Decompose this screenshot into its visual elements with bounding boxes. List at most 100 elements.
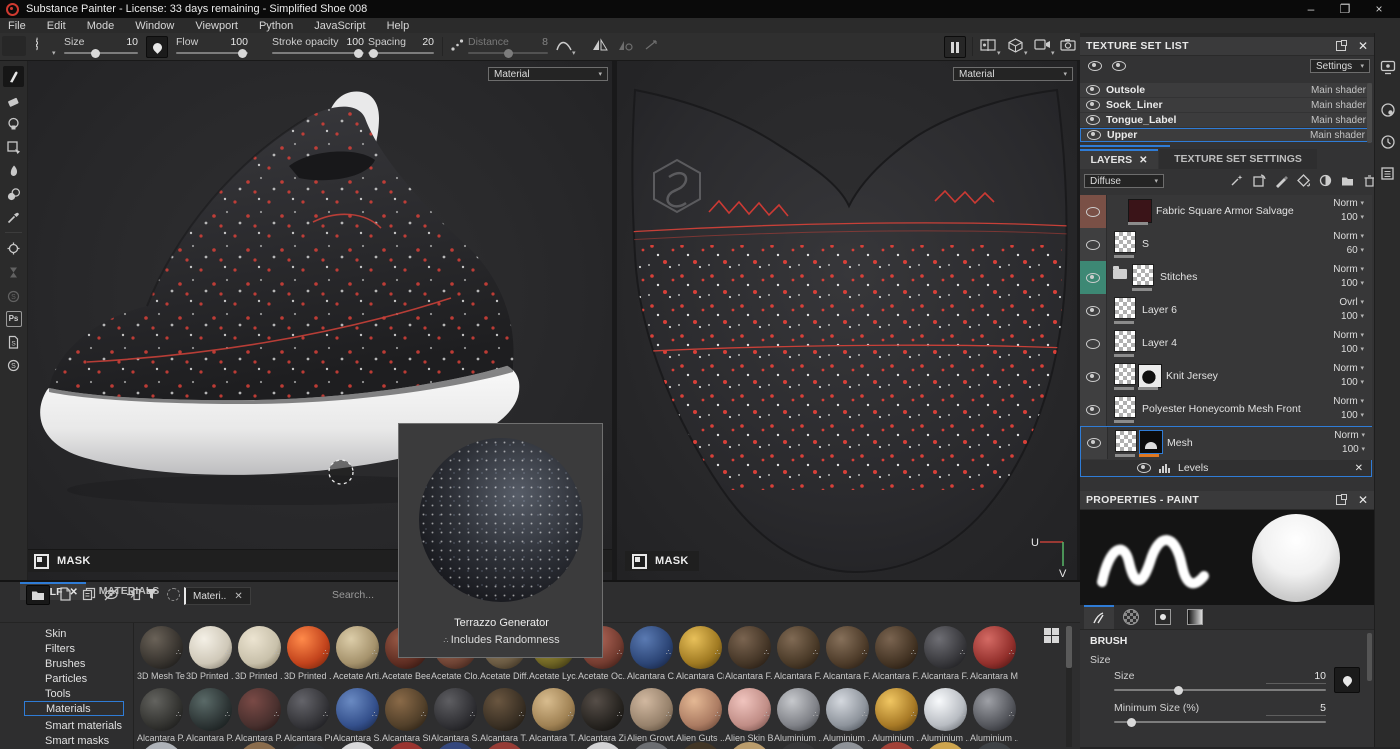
color-picker-tool[interactable] [3,207,24,228]
3d-view-cube-icon[interactable] [1008,38,1023,53]
toolbar-handle[interactable] [2,36,26,56]
minimize-button[interactable]: – [1294,0,1328,18]
tab-alpha[interactable] [1116,605,1146,629]
layer-name[interactable]: Stitches [1160,271,1197,283]
shelf-category-materials[interactable]: Materials [24,701,124,716]
visibility-eye-icon[interactable] [1086,339,1100,349]
material-item[interactable]: ∴Alcantara F... [725,626,774,681]
stroke-opacity-value[interactable]: 100 [346,36,364,48]
material-item[interactable]: ∴Alcantara S... [333,688,382,743]
photoshop-export-icon[interactable]: Ps [3,308,24,329]
opacity-dropdown[interactable]: 100 ▾ [1341,410,1364,421]
blend-mode-dropdown[interactable]: Norm ▾ [1333,231,1364,242]
layer-name[interactable]: Mesh [1167,437,1193,449]
material-item[interactable]: ∴Aluminium ... [872,688,921,743]
menu-item-python[interactable]: Python [259,20,293,32]
solo-eye-icon[interactable] [1112,61,1126,71]
layer-name[interactable]: S [1142,238,1149,250]
layer-thumbnail[interactable] [1114,363,1136,385]
material-item[interactable]: ∴Alcantara Pr... [284,688,333,743]
material-item[interactable]: ∴Alien Skin B... [725,688,774,743]
material-item[interactable]: ∴Alcantara P... [137,688,186,743]
projection-tool[interactable] [3,113,24,134]
add-folder-icon[interactable] [1340,173,1355,188]
properties-scrollbar[interactable] [1367,633,1372,681]
material-item[interactable]: ∴Alcantara M... [970,626,1019,681]
tab-stencil[interactable] [1148,605,1178,629]
min-size-slider[interactable] [1114,721,1326,723]
shelf-category-brushes[interactable]: Brushes [0,656,133,671]
shared-resource-icon[interactable]: S [3,355,24,376]
layer-row[interactable]: Fabric Square Armor Salvage Seam Norm ▾ … [1080,195,1372,229]
layer-content-thumbnail[interactable] [1138,364,1162,388]
menu-item-mode[interactable]: Mode [87,20,115,32]
menu-item-edit[interactable]: Edit [47,20,66,32]
material-item[interactable]: ∴Aluminium ... [823,688,872,743]
properties-header[interactable]: PROPERTIES - PAINT ✕ [1080,491,1374,510]
visibility-eye-icon[interactable] [1137,463,1151,473]
texture-set-scrollbar[interactable] [1367,83,1372,143]
remove-filter-icon[interactable]: ✕ [234,591,242,602]
camera-view-icon[interactable] [1034,38,1051,51]
stroke-opacity-control[interactable]: Stroke opacity 100 [272,36,364,57]
tab-material[interactable] [1180,605,1210,629]
tab-layers[interactable]: LAYERS ✕ [1080,149,1158,169]
display-settings-icon[interactable] [1377,57,1398,78]
spacing-value[interactable]: 20 [422,36,434,48]
blend-mode-dropdown[interactable]: Ovrl ▾ [1339,297,1364,308]
chevron-down-icon[interactable]: ▾ [52,49,56,57]
close-icon[interactable]: ✕ [1358,39,1368,53]
layer-name[interactable]: Polyester Honeycomb Mesh Front [1142,403,1301,415]
loop-filter-icon[interactable] [162,585,184,603]
visibility-eye-icon[interactable] [1086,405,1100,415]
layer-content-thumbnail[interactable] [1139,430,1163,454]
layer-row-selected[interactable]: Mesh Norm ▾ 100 ▾ [1081,427,1373,460]
size-value[interactable]: 10 [126,36,138,48]
filter-icon[interactable] [140,585,162,603]
filter-chip[interactable]: Materi.. ✕ [184,587,251,605]
visibility-eye-icon[interactable] [1086,100,1100,110]
close-icon[interactable]: ✕ [1139,155,1147,166]
remove-effect-icon[interactable]: ✕ [1355,463,1363,474]
material-item[interactable]: ∴3D Printed ... [235,626,284,681]
texture-set-row-selected[interactable]: Upper Main shader [1080,128,1372,142]
menu-item-window[interactable]: Window [135,20,174,32]
material-item[interactable]: ∴Alcantara P... [235,688,284,743]
pause-engine-button[interactable] [944,36,966,58]
screenshot-camera-icon[interactable] [1060,38,1076,51]
blend-mode-dropdown[interactable]: Norm ▾ [1333,396,1364,407]
hide-resources-button[interactable] [100,585,122,603]
visibility-eye-icon[interactable] [1087,438,1101,448]
layer-thumbnail[interactable] [1114,396,1136,418]
new-resource-button[interactable] [54,585,76,603]
material-item[interactable]: ∴Alcantara Cr... [676,626,725,681]
material-item[interactable]: ∴Aluminium ... [970,688,1019,743]
restore-button[interactable]: ❐ [1328,0,1362,18]
effect-name[interactable]: Levels [1178,462,1208,474]
opacity-dropdown[interactable]: 100 ▾ [1341,377,1364,388]
blend-mode-dropdown[interactable]: Norm ▾ [1333,363,1364,374]
size-control[interactable]: Size 10 [64,36,138,57]
split-view-icon[interactable] [980,38,997,52]
layer-row[interactable]: Polyester Honeycomb Mesh Front Norm ▾ 10… [1080,393,1372,427]
visibility-eye-icon[interactable] [1087,130,1101,140]
undock-icon[interactable] [1336,41,1346,51]
visibility-eye-icon[interactable] [1086,115,1100,125]
blend-mode-dropdown[interactable]: Norm ▾ [1334,430,1365,441]
mask-chip-2d[interactable]: MASK [625,551,699,571]
brush-tip-button[interactable] [146,36,168,58]
blend-mode-dropdown[interactable]: Norm ▾ [1333,330,1364,341]
visibility-eye-icon[interactable] [1086,273,1100,283]
material-item[interactable]: ∴Alcantara C... [627,626,676,681]
blend-mode-dropdown[interactable]: Norm ▾ [1333,264,1364,275]
shader-name[interactable]: Main shader [1310,130,1365,141]
menu-item-help[interactable]: Help [387,20,410,32]
tab-brush[interactable] [1084,605,1114,629]
add-paint-layer-icon[interactable] [1274,173,1289,188]
hscrollbar[interactable] [1080,145,1170,147]
substance-resource-icon[interactable] [3,238,24,259]
chevron-down-icon[interactable]: ▾ [1024,49,1028,57]
layer-thumbnail[interactable] [1132,264,1154,286]
visibility-eye-icon[interactable] [1086,372,1100,382]
material-item[interactable]: ∴3D Printed ... [186,626,235,681]
